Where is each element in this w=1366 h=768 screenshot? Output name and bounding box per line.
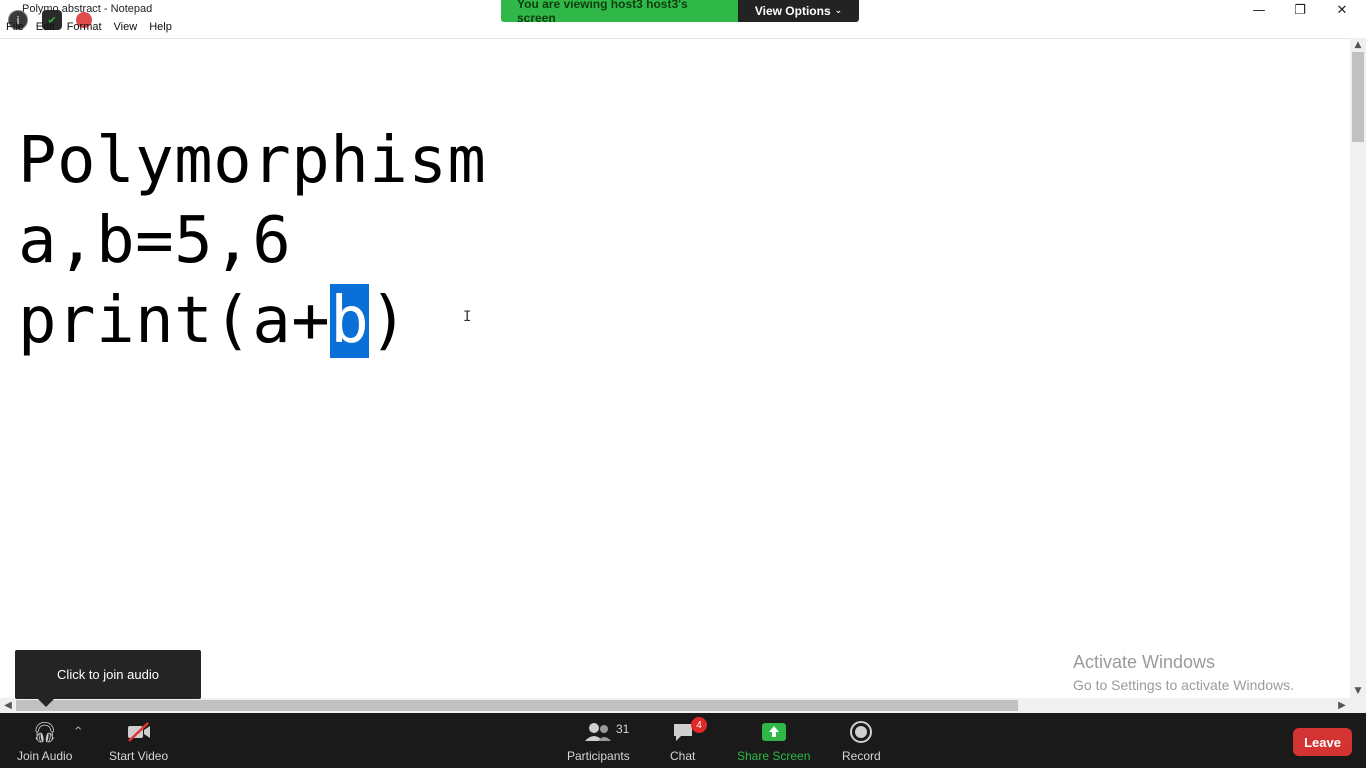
view-options-label: View Options [754,4,831,18]
line3-after: ) [369,284,409,358]
close-button[interactable]: ✕ [1322,0,1362,20]
menu-edit[interactable]: Edit [30,21,61,37]
text-cursor-icon: I [463,309,472,325]
chat-unread-badge: 4 [691,717,707,733]
watermark-title: Activate Windows [1073,652,1216,672]
scroll-right-icon[interactable]: ▶ [1334,698,1350,713]
record-button[interactable]: Record [842,719,881,763]
menu-bar: File Edit Format View Help [0,21,178,37]
join-audio-tooltip: Click to join audio [15,650,201,699]
record-icon [849,719,873,745]
record-circle-icon [850,721,873,743]
editor-line-3: print(a+b) [18,281,408,361]
start-video-label: Start Video [109,749,169,763]
people-icon [583,719,613,745]
horizontal-scrollbar[interactable]: ◀ ▶ [0,698,1350,713]
participants-button[interactable]: Participants 31 [567,719,630,763]
tooltip-arrow [38,699,54,707]
audio-options-caret-icon[interactable]: ^ [74,726,82,737]
video-camera-icon [127,722,150,742]
scroll-left-icon[interactable]: ◀ [0,698,16,713]
scroll-up-icon[interactable]: ▲ [1350,38,1366,52]
menu-help[interactable]: Help [143,21,178,37]
menu-view[interactable]: View [108,21,144,37]
record-label: Record [842,749,881,763]
leave-button[interactable]: Leave [1293,728,1352,756]
join-audio-label: Join Audio [17,749,73,763]
start-video-button[interactable]: Start Video [109,719,168,763]
vertical-scrollbar[interactable]: ▲ ▼ [1350,38,1366,698]
screen-share-banner: You are viewing host3 host3's screen Vie… [501,0,859,25]
share-screen-icon [761,723,786,741]
maximize-button[interactable]: ❐ [1280,0,1320,20]
selected-text: b [330,284,370,358]
scrollbar-corner [1350,698,1366,713]
chat-label: Chat [670,749,696,763]
vertical-scroll-thumb[interactable] [1352,52,1364,142]
participants-label: Participants [567,749,630,763]
view-options-button[interactable]: View Options ⌄ [738,0,859,22]
screen: Polymo abstract - Notepad — ❐ ✕ i ✔ File… [0,0,1366,768]
minimize-button[interactable]: — [1239,0,1279,20]
editor-line-2: a,b=5,6 [18,204,292,278]
editor-line-1: Polymorphism [18,124,487,198]
chat-button[interactable]: Chat 4 [670,717,707,763]
chevron-down-icon: ⌄ [834,6,843,16]
text-editor[interactable]: Polymorphism a,b=5,6 print(a+b) I [0,38,1350,698]
scroll-down-icon[interactable]: ▼ [1350,684,1366,698]
horizontal-scroll-thumb[interactable] [16,700,1018,711]
participants-icon [585,723,612,741]
video-off-icon [126,719,152,745]
menu-format[interactable]: Format [61,21,108,37]
share-arrow-icon [761,719,787,745]
participants-count: 31 [616,722,630,736]
viewing-status: You are viewing host3 host3's screen [501,0,738,25]
meeting-toolbar: 🎧︎ Join Audio ^ Start Video Participants… [0,713,1366,768]
line3-before: print(a+ [18,284,331,358]
menu-file[interactable]: File [0,21,30,37]
watermark-subtitle: Go to Settings to activate Windows. [1073,677,1294,693]
join-audio-button[interactable]: 🎧︎ Join Audio [17,719,72,763]
activation-watermark: Activate Windows Go to Settings to activ… [1073,652,1294,693]
share-screen-label: Share Screen [737,749,811,763]
share-screen-button[interactable]: Share Screen [737,719,810,763]
headphones-icon: 🎧︎ [32,720,58,744]
